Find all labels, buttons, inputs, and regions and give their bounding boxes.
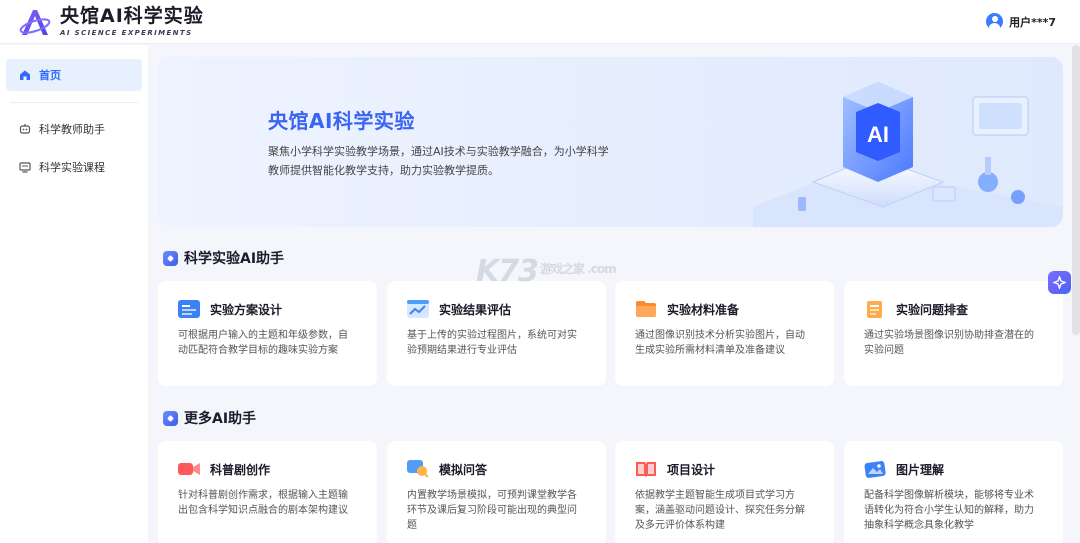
floating-assistant-button[interactable] [1048, 271, 1071, 294]
card-problem-troubleshooting[interactable]: 实验问题排查 通过实验场景图像识别协助排查潜在的实验问题 [844, 281, 1063, 386]
section-badge-icon [163, 250, 178, 266]
monitor-icon [19, 162, 31, 173]
sidebar-item-label: 科学实验课程 [39, 161, 105, 174]
card-title: 图片理解 [896, 462, 945, 477]
card-description: 基于上传的实验过程图片，系统可对实验预期结果进行专业评估 [407, 330, 577, 356]
clipboard-icon [867, 301, 882, 318]
chat-search-icon [407, 460, 429, 478]
card-title: 实验方案设计 [210, 302, 283, 317]
card-title: 实验结果评估 [439, 302, 512, 317]
card-description: 通过图像识别技术分析实验图片，自动生成实验所需材料清单及准备建议 [635, 330, 805, 356]
card-description: 可根据用户输入的主题和年级参数，自动匹配符合教学目标的趣味实验方案 [178, 330, 348, 356]
card-title: 科普剧创作 [210, 462, 271, 477]
chart-window-icon [407, 300, 429, 318]
card-simulated-qa[interactable]: 模拟问答 内置教学场景模拟，可预判课堂教学各环节及课后复习阶段可能出现的典型问题 [387, 441, 606, 543]
sidebar-item-home[interactable]: 首页 [6, 59, 142, 91]
brand-logo-icon [19, 9, 51, 35]
home-icon [20, 70, 30, 80]
card-title: 实验材料准备 [667, 302, 740, 317]
section-title-text: 更多AI助手 [184, 411, 257, 427]
sparkle-icon [1053, 276, 1066, 289]
watermark-text: K73 [476, 254, 539, 289]
sidebar-divider [10, 102, 138, 103]
banner-description: 聚焦小学科学实验教学场景，通过AI技术与实验教学融合，为小学科学教师提供智能化教… [268, 145, 609, 177]
card-result-evaluation[interactable]: 实验结果评估 基于上传的实验过程图片，系统可对实验预期结果进行专业评估 [387, 281, 606, 386]
image-icon [864, 461, 886, 478]
card-title: 项目设计 [667, 462, 716, 477]
folder-icon [636, 301, 656, 317]
sidebar-item-teacher-assistant[interactable]: 科学教师助手 [6, 113, 142, 145]
banner-art-label: AI [867, 122, 889, 147]
card-description: 通过实验场景图像识别协助排查潜在的实验问题 [864, 330, 1034, 356]
lab-illustration-icon: AI [753, 82, 1063, 227]
user-avatar-icon [986, 13, 1004, 30]
top-header: 央馆AI科学实验 AI SCIENCE EXPERIMENTS 用户***7 [0, 0, 1080, 44]
card-description: 依据教学主题智能生成项目式学习方案，涵盖驱动问题设计、探究任务分解及多元评价体系… [635, 490, 805, 531]
section-title-text: 科学实验AI助手 [184, 251, 285, 267]
card-experiment-plan[interactable]: 实验方案设计 可根据用户输入的主题和年级参数，自动匹配符合教学目标的趣味实验方案 [158, 281, 377, 386]
hero-banner: 央馆AI科学实验 聚焦小学科学实验教学场景，通过AI技术与实验教学融合，为小学科… [158, 57, 1063, 227]
card-title: 模拟问答 [439, 462, 488, 477]
brand-subtitle: AI SCIENCE EXPERIMENTS [60, 28, 193, 37]
book-icon [636, 462, 656, 477]
document-list-icon [178, 300, 200, 318]
user-name: 用户***7 [1009, 15, 1056, 29]
card-science-drama[interactable]: 科普剧创作 针对科普剧创作需求，根据输入主题输出包含科学知识点融合的剧本架构建议 [158, 441, 377, 543]
sidebar-item-label: 首页 [39, 69, 61, 82]
banner-title: 央馆AI科学实验 [268, 109, 415, 133]
section-title-more-ai: 更多AI助手 [163, 408, 256, 428]
brand[interactable]: 央馆AI科学实验 AI SCIENCE EXPERIMENTS [18, 4, 204, 37]
watermark: K73 游戏之家 .com [476, 254, 617, 289]
sidebar-item-label: 科学教师助手 [39, 123, 105, 136]
card-description: 内置教学场景模拟，可预判课堂教学各环节及课后复习阶段可能出现的典型问题 [407, 490, 577, 531]
brand-title: 央馆AI科学实验 [60, 4, 204, 27]
card-description: 针对科普剧创作需求，根据输入主题输出包含科学知识点融合的剧本架构建议 [178, 490, 348, 516]
card-project-design[interactable]: 项目设计 依据教学主题智能生成项目式学习方案，涵盖驱动问题设计、探究任务分解及多… [615, 441, 834, 543]
section-badge-icon [163, 410, 178, 426]
video-camera-icon [178, 463, 200, 475]
user-menu[interactable]: 用户***7 [986, 13, 1056, 30]
card-image-understanding[interactable]: 图片理解 配备科学图像解析模块，能够将专业术语转化为符合小学生认知的解释，助力抽… [844, 441, 1063, 543]
watermark-sub: 游戏之家 .com [540, 262, 617, 276]
card-description: 配备科学图像解析模块，能够将专业术语转化为符合小学生认知的解释，助力抽象科学概念… [864, 490, 1034, 531]
sidebar-item-experiment-course[interactable]: 科学实验课程 [6, 151, 142, 183]
section-title-experiment-ai: 科学实验AI助手 [163, 248, 284, 268]
sidebar: 首页 科学教师助手 科学实验课程 [0, 45, 148, 543]
card-title: 实验问题排查 [896, 302, 969, 317]
card-material-preparation[interactable]: 实验材料准备 通过图像识别技术分析实验图片，自动生成实验所需材料清单及准备建议 [615, 281, 834, 386]
robot-icon [19, 124, 31, 134]
page-scrollbar[interactable] [1072, 45, 1080, 335]
